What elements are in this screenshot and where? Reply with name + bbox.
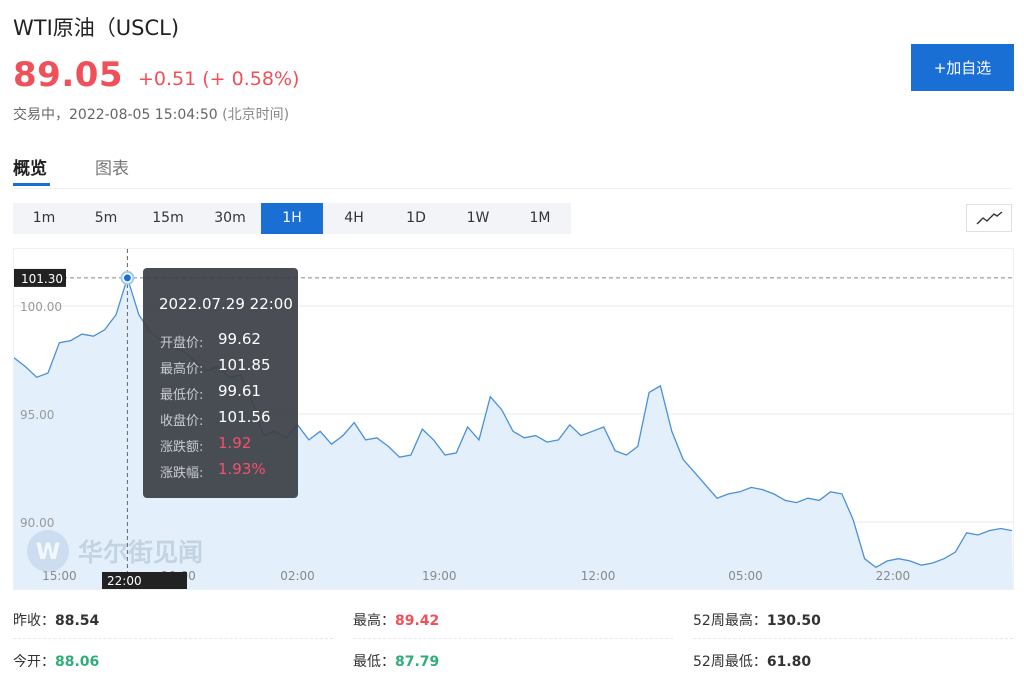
interval-5m[interactable]: 5m	[75, 203, 137, 234]
stat-value: 88.54	[55, 613, 100, 629]
y-tick-label: 100.00	[20, 300, 62, 314]
stat-label: 最高：	[353, 613, 395, 629]
tooltip-title: 2022.07.29 22:00	[159, 295, 293, 313]
stat-label: 昨收：	[13, 613, 55, 629]
x-tick-label: 22:00	[876, 569, 911, 583]
stat-value: 89.42	[395, 613, 440, 629]
stat-label: 52周最低：	[693, 654, 767, 670]
crosshair-value-label: 101.30	[21, 272, 63, 286]
x-tick-label: 05:00	[728, 569, 763, 583]
watermark-logo-letter: W	[36, 540, 60, 565]
hover-point	[123, 274, 131, 282]
divider	[353, 638, 673, 639]
tab-bar: 概览 图表	[13, 150, 1013, 189]
stat-value: 130.50	[766, 613, 821, 629]
stat-52w-high: 52周最高：130.50	[693, 610, 821, 630]
interval-selector: 1m 5m 15m 30m 1H 4H 1D 1W 1M	[13, 203, 571, 234]
tooltip-row-value: 101.56	[218, 408, 271, 426]
interval-1M[interactable]: 1M	[509, 203, 571, 234]
stat-52w-low: 52周最低：61.80	[693, 651, 811, 671]
trading-status-text: 交易中，2022-08-05 15:04:50	[13, 107, 218, 123]
line-chart-icon	[976, 211, 1003, 225]
trading-status: 交易中，2022-08-05 15:04:50 (北京时间)	[13, 104, 289, 124]
interval-4h[interactable]: 4H	[323, 203, 385, 234]
interval-1w[interactable]: 1W	[447, 203, 509, 234]
stat-prev-close: 昨收：88.54	[13, 610, 99, 630]
active-tab-indicator	[13, 183, 50, 186]
add-to-watchlist-button[interactable]: +加自选	[911, 44, 1014, 91]
tooltip-row-label: 涨跌幅:	[160, 466, 204, 481]
tooltip-row-value: 1.93%	[218, 460, 266, 478]
crosshair-time-label: 22:00	[107, 574, 142, 588]
tab-overview[interactable]: 概览	[13, 154, 47, 179]
stat-label: 最低：	[353, 654, 395, 670]
x-tick-label: 12:00	[581, 569, 616, 583]
tooltip-row-value: 1.92	[218, 434, 252, 452]
last-price: 89.05	[13, 55, 124, 95]
tooltip-row-value: 101.85	[218, 356, 271, 374]
divider	[693, 638, 1013, 639]
stat-open: 今开：88.06	[13, 651, 99, 671]
stat-label: 52周最高：	[693, 613, 767, 629]
chart-tooltip: 2022.07.29 22:00 开盘价: 99.62 最高价: 101.85 最低价:…	[143, 268, 298, 498]
stat-value: 61.80	[766, 654, 812, 670]
y-tick-label: 95.00	[20, 408, 54, 422]
tooltip-row-value: 99.62	[218, 330, 261, 348]
price-change: +0.51 (+ 0.58%)	[138, 68, 300, 90]
interval-30m[interactable]: 30m	[199, 203, 261, 234]
chart-type-toggle[interactable]	[966, 204, 1012, 232]
tooltip-row-label: 开盘价:	[160, 336, 204, 351]
stat-low: 最低：87.79	[353, 651, 439, 671]
tooltip-row-label: 涨跌额:	[160, 440, 204, 455]
divider	[13, 638, 333, 639]
y-tick-label: 90.00	[20, 516, 54, 530]
x-tick-label: 02:00	[280, 569, 315, 583]
price-chart[interactable]: 100.0095.0090.00 15:0019:0002:0019:0012:…	[13, 248, 1014, 590]
timezone-note: (北京时间)	[222, 107, 290, 123]
interval-1h[interactable]: 1H	[261, 203, 323, 234]
interval-15m[interactable]: 15m	[137, 203, 199, 234]
interval-1d[interactable]: 1D	[385, 203, 447, 234]
stat-high: 最高：89.42	[353, 610, 439, 630]
interval-1m[interactable]: 1m	[13, 203, 75, 234]
tab-chart[interactable]: 图表	[95, 154, 129, 179]
stat-value: 87.79	[395, 654, 440, 670]
watermark-text: 华尔街见闻	[78, 538, 203, 567]
tooltip-row-label: 最低价:	[160, 388, 204, 403]
tooltip-row-value: 99.61	[218, 382, 261, 400]
instrument-title: WTI原油（USCL)	[13, 16, 180, 40]
tooltip-row-label: 收盘价:	[160, 414, 204, 429]
stat-label: 今开：	[13, 654, 55, 670]
x-tick-label: 19:00	[422, 569, 457, 583]
tooltip-row-label: 最高价:	[160, 362, 204, 377]
stat-value: 88.06	[55, 654, 100, 670]
